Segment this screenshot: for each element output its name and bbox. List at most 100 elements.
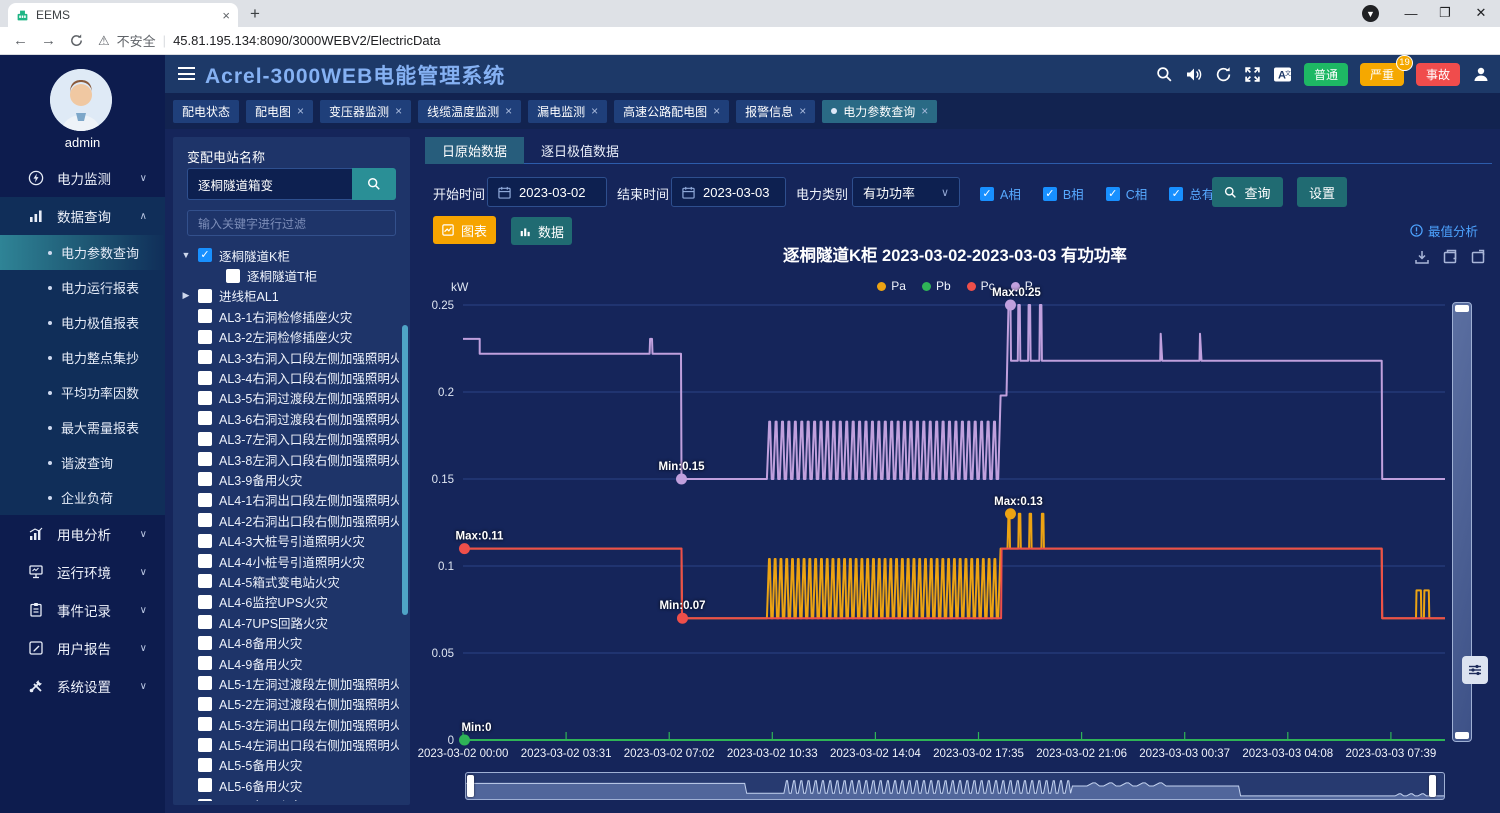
tree-checkbox[interactable] xyxy=(198,493,212,507)
nav-tab-3[interactable]: 线缆温度监测× xyxy=(418,100,521,123)
speaker-icon[interactable] xyxy=(1185,66,1203,83)
url-text[interactable]: 45.81.195.134:8090/3000WEBV2/ElectricDat… xyxy=(173,33,440,48)
tab-close-icon[interactable]: × xyxy=(222,8,230,23)
sidebar-item-1[interactable]: 数据查询∧ xyxy=(0,197,165,235)
security-label[interactable]: 不安全 xyxy=(117,31,156,50)
sidebar-item-10[interactable]: 用电分析∨ xyxy=(0,515,165,553)
sidebar-subitem-平均功率因数[interactable]: 平均功率因数 xyxy=(0,375,165,410)
tree-item-23[interactable]: AL5-3左洞出口段左侧加强照明火灾 xyxy=(181,714,399,734)
sidebar-item-13[interactable]: 用户报告∨ xyxy=(0,629,165,667)
new-tab-button[interactable]: + xyxy=(250,4,260,24)
browser-update-icon[interactable]: ▼ xyxy=(1362,5,1379,22)
tree-scrollbar[interactable] xyxy=(402,325,408,615)
close-icon[interactable]: × xyxy=(395,104,402,118)
tree-item-13[interactable]: AL4-2右洞出口段右侧加强照明火灾 xyxy=(181,510,399,530)
sidebar-subitem-电力运行报表[interactable]: 电力运行报表 xyxy=(0,270,165,305)
tree-checkbox[interactable] xyxy=(198,554,212,568)
tree-checkbox[interactable] xyxy=(198,411,212,425)
nav-tab-6[interactable]: 报警信息× xyxy=(736,100,815,123)
data-view-button[interactable]: 数据 xyxy=(511,217,572,245)
tree-caret-icon[interactable]: ▼ xyxy=(181,250,191,260)
close-icon[interactable]: × xyxy=(799,104,806,118)
tree-checkbox[interactable] xyxy=(198,738,212,752)
legend-item-Pb[interactable]: Pb xyxy=(922,279,951,293)
chart-view-button[interactable]: 图表 xyxy=(433,216,496,244)
tree-checkbox[interactable] xyxy=(198,472,212,486)
nav-tab-1[interactable]: 配电图× xyxy=(246,100,313,123)
tree-checkbox[interactable] xyxy=(198,289,212,303)
end-date-field[interactable]: 2023-03-03 xyxy=(671,177,786,207)
window-close-button[interactable]: ✕ xyxy=(1464,0,1498,26)
checkbox-icon[interactable]: ✓ xyxy=(1106,187,1120,201)
sidebar-subitem-电力极值报表[interactable]: 电力极值报表 xyxy=(0,305,165,340)
sidebar-subitem-企业负荷[interactable]: 企业负荷 xyxy=(0,480,165,515)
close-icon[interactable]: × xyxy=(713,104,720,118)
tree-item-10[interactable]: AL3-8左洞入口段右侧加强照明火灾 xyxy=(181,449,399,469)
fullscreen-icon[interactable] xyxy=(1244,66,1261,83)
avatar[interactable] xyxy=(50,69,112,131)
vertical-datazoom-bottom-handle[interactable] xyxy=(1455,732,1469,739)
nav-tab-2[interactable]: 变压器监测× xyxy=(320,100,411,123)
reload-icon[interactable] xyxy=(69,33,84,48)
tree-item-6[interactable]: AL3-4右洞入口段右侧加强照明火灾 xyxy=(181,367,399,387)
tree-item-12[interactable]: AL4-1右洞出口段左侧加强照明火灾 xyxy=(181,490,399,510)
datazoom-left-handle[interactable] xyxy=(467,775,474,797)
nav-tab-4[interactable]: 漏电监测× xyxy=(528,100,607,123)
tree-filter-input[interactable]: 输入关键字进行过滤 xyxy=(187,210,396,236)
tree-item-20[interactable]: AL4-9备用火灾 xyxy=(181,653,399,673)
tree-checkbox[interactable] xyxy=(198,758,212,772)
back-icon[interactable]: ← xyxy=(13,32,28,49)
nav-tab-7[interactable]: 电力参数查询× xyxy=(822,100,937,123)
menu-toggle-icon[interactable] xyxy=(178,67,195,80)
tree-item-8[interactable]: AL3-6右洞过渡段右侧加强照明火灾 xyxy=(181,408,399,428)
tree-item-21[interactable]: AL5-1左洞过渡段左侧加强照明火灾 xyxy=(181,673,399,693)
phase-checkbox-C相[interactable]: ✓C相 xyxy=(1106,184,1148,203)
tree-item-7[interactable]: AL3-5右洞过渡段左侧加强照明火灾 xyxy=(181,388,399,408)
tree-checkbox[interactable] xyxy=(198,534,212,548)
tree-checkbox[interactable] xyxy=(198,636,212,650)
sidebar-subitem-电力参数查询[interactable]: 电力参数查询 xyxy=(0,235,165,270)
alarm-badge-normal[interactable]: 普通 xyxy=(1304,63,1348,86)
tree-checkbox[interactable] xyxy=(198,309,212,323)
tree-item-26[interactable]: AL5-6备用火灾 xyxy=(181,775,399,795)
sidebar-subitem-最大需量报表[interactable]: 最大需量报表 xyxy=(0,410,165,445)
tree-item-0[interactable]: ▼✓逐桐隧道K柜 xyxy=(181,245,399,265)
refresh-icon[interactable] xyxy=(1215,66,1232,83)
tab-daily-extreme-data[interactable]: 逐日极值数据 xyxy=(524,137,636,164)
tree-item-2[interactable]: ▶进线柜AL1 xyxy=(181,286,399,306)
legend-item-Pa[interactable]: Pa xyxy=(877,279,906,293)
alarm-badge-severe[interactable]: 严重19 xyxy=(1360,63,1404,86)
nav-tab-0[interactable]: 配电状态 xyxy=(173,100,239,123)
filter-settings-button[interactable] xyxy=(1462,656,1488,684)
tree-item-25[interactable]: AL5-5备用火灾 xyxy=(181,755,399,775)
tree-checkbox[interactable] xyxy=(198,799,212,801)
tree-checkbox[interactable] xyxy=(198,371,212,385)
tree-checkbox[interactable] xyxy=(198,778,212,792)
nav-tab-5[interactable]: 高速公路配电图× xyxy=(614,100,729,123)
tree-item-3[interactable]: AL3-1右洞检修插座火灾 xyxy=(181,306,399,326)
phase-checkbox-A相[interactable]: ✓A相 xyxy=(980,184,1021,203)
tree-item-14[interactable]: AL4-3大桩号引道照明火灾 xyxy=(181,530,399,550)
translate-icon[interactable]: A文 xyxy=(1273,66,1292,83)
tree-item-16[interactable]: AL4-5箱式变电站火灾 xyxy=(181,571,399,591)
query-button[interactable]: 查询 xyxy=(1212,177,1283,207)
tree-item-22[interactable]: AL5-2左洞过渡段右侧加强照明火灾 xyxy=(181,694,399,714)
tree-item-5[interactable]: AL3-3右洞入口段左侧加强照明火灾 xyxy=(181,347,399,367)
tree-checkbox[interactable] xyxy=(198,391,212,405)
tree-caret-icon[interactable]: ▶ xyxy=(181,290,191,301)
tree-checkbox[interactable] xyxy=(198,432,212,446)
tree-checkbox[interactable]: ✓ xyxy=(198,248,212,262)
tree-checkbox[interactable] xyxy=(198,717,212,731)
datazoom-right-handle[interactable] xyxy=(1429,775,1436,797)
tree-checkbox[interactable] xyxy=(198,615,212,629)
tree-checkbox[interactable] xyxy=(198,676,212,690)
sidebar-item-14[interactable]: 系统设置∨ xyxy=(0,667,165,705)
alarm-badge-accident[interactable]: 事故 xyxy=(1416,63,1460,86)
tree-item-18[interactable]: AL4-7UPS回路火灾 xyxy=(181,612,399,632)
settings-button[interactable]: 设置 xyxy=(1297,177,1347,207)
sidebar-subitem-电力整点集抄[interactable]: 电力整点集抄 xyxy=(0,340,165,375)
tree-checkbox[interactable] xyxy=(198,656,212,670)
tree-item-11[interactable]: AL3-9备用火灾 xyxy=(181,469,399,489)
checkbox-icon[interactable]: ✓ xyxy=(1043,187,1057,201)
tree-checkbox[interactable] xyxy=(198,513,212,527)
